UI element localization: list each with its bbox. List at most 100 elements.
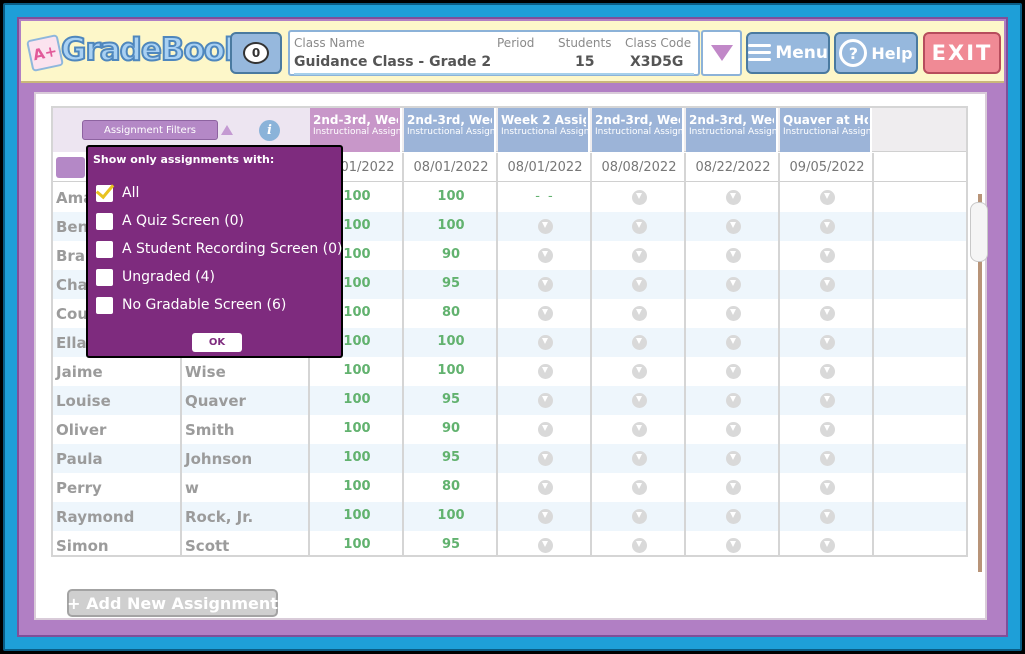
checkbox-icon[interactable] [96, 240, 113, 258]
ungraded-icon[interactable] [632, 190, 647, 205]
filter-option[interactable]: A Student Recording Screen (0) [96, 239, 342, 259]
class-dropdown-button[interactable] [701, 30, 742, 76]
assignment-column-header[interactable]: Week 2 AssigrInstructional Assignment [498, 108, 590, 152]
menu-button[interactable]: Menu [746, 32, 830, 74]
score-cell[interactable]: 100 [310, 537, 404, 552]
score-cell[interactable]: 100 [310, 421, 404, 436]
ungraded-icon[interactable] [726, 306, 741, 321]
ungraded-icon[interactable] [726, 480, 741, 495]
score-cell[interactable]: 100 [404, 508, 498, 523]
scrollbar-thumb[interactable] [970, 202, 988, 262]
score-cell[interactable]: 100 [310, 363, 404, 378]
ungraded-icon[interactable] [538, 422, 553, 437]
filter-option[interactable]: A Quiz Screen (0) [96, 211, 244, 231]
ungraded-icon[interactable] [632, 306, 647, 321]
no-score-dash[interactable]: - - [498, 189, 592, 204]
student-first-name[interactable]: Louise [56, 392, 111, 410]
ungraded-icon[interactable] [820, 335, 835, 350]
assignment-column-header[interactable]: 2nd-3rd, WeelInstructional Assignment [686, 108, 778, 152]
score-cell[interactable]: 100 [404, 218, 498, 233]
ungraded-icon[interactable] [726, 393, 741, 408]
student-last-name[interactable]: Rock, Jr. [185, 508, 253, 526]
score-cell[interactable]: 90 [404, 421, 498, 436]
student-first-name[interactable]: Simon [56, 537, 109, 555]
score-cell[interactable]: 100 [310, 450, 404, 465]
score-cell[interactable]: 100 [310, 479, 404, 494]
checkbox-icon[interactable] [96, 296, 113, 314]
ungraded-icon[interactable] [538, 335, 553, 350]
ungraded-icon[interactable] [538, 451, 553, 466]
ungraded-icon[interactable] [726, 538, 741, 553]
ungraded-icon[interactable] [632, 364, 647, 379]
messages-button[interactable]: 0 [230, 32, 282, 74]
ungraded-icon[interactable] [726, 364, 741, 379]
filter-option[interactable]: All [96, 183, 139, 203]
ungraded-icon[interactable] [726, 451, 741, 466]
ungraded-icon[interactable] [632, 422, 647, 437]
ungraded-icon[interactable] [538, 219, 553, 234]
student-last-name[interactable]: Scott [185, 537, 229, 555]
score-cell[interactable]: 80 [404, 305, 498, 320]
ungraded-icon[interactable] [538, 480, 553, 495]
score-cell[interactable]: 100 [310, 392, 404, 407]
ungraded-icon[interactable] [726, 335, 741, 350]
ungraded-icon[interactable] [538, 248, 553, 263]
ungraded-icon[interactable] [726, 509, 741, 524]
student-last-name[interactable]: Smith [185, 421, 234, 439]
add-new-assignment-button[interactable]: + Add New Assignment [67, 589, 278, 617]
score-cell[interactable]: 90 [404, 247, 498, 262]
info-icon[interactable]: i [259, 120, 280, 141]
student-first-name[interactable]: Jaime [56, 363, 103, 381]
ungraded-icon[interactable] [726, 248, 741, 263]
ungraded-icon[interactable] [820, 277, 835, 292]
ok-button[interactable]: OK [192, 333, 242, 352]
student-last-name[interactable]: Johnson [185, 450, 252, 468]
checkbox-icon[interactable] [96, 268, 113, 286]
score-cell[interactable]: 100 [404, 334, 498, 349]
ungraded-icon[interactable] [820, 190, 835, 205]
ungraded-icon[interactable] [538, 509, 553, 524]
student-first-name[interactable]: Oliver [56, 421, 106, 439]
checkbox-checked-icon[interactable] [96, 184, 113, 202]
ungraded-icon[interactable] [820, 422, 835, 437]
exit-button[interactable]: EXIT [923, 32, 1001, 74]
ungraded-icon[interactable] [538, 538, 553, 553]
ungraded-icon[interactable] [632, 219, 647, 234]
filter-option[interactable]: No Gradable Screen (6) [96, 295, 286, 315]
assignment-column-header[interactable]: Quaver at HorInstructional Assignment [780, 108, 872, 152]
score-cell[interactable]: 95 [404, 537, 498, 552]
ungraded-icon[interactable] [820, 248, 835, 263]
ungraded-icon[interactable] [632, 480, 647, 495]
ungraded-icon[interactable] [726, 422, 741, 437]
ungraded-icon[interactable] [538, 393, 553, 408]
ungraded-icon[interactable] [820, 364, 835, 379]
ungraded-icon[interactable] [632, 538, 647, 553]
score-cell[interactable]: 100 [404, 189, 498, 204]
filter-option[interactable]: Ungraded (4) [96, 267, 215, 287]
ungraded-icon[interactable] [820, 451, 835, 466]
student-last-name[interactable]: Wise [185, 363, 226, 381]
ungraded-icon[interactable] [820, 219, 835, 234]
ungraded-icon[interactable] [632, 509, 647, 524]
ungraded-icon[interactable] [820, 538, 835, 553]
sort-menu-button[interactable] [56, 157, 85, 178]
ungraded-icon[interactable] [538, 277, 553, 292]
assignment-filters-button[interactable]: Assignment Filters [82, 120, 218, 140]
ungraded-icon[interactable] [632, 451, 647, 466]
score-cell[interactable]: 100 [310, 508, 404, 523]
ungraded-icon[interactable] [726, 277, 741, 292]
ungraded-icon[interactable] [726, 190, 741, 205]
ungraded-icon[interactable] [538, 364, 553, 379]
ungraded-icon[interactable] [632, 335, 647, 350]
student-last-name[interactable]: w [185, 479, 199, 497]
checkbox-icon[interactable] [96, 212, 113, 230]
student-first-name[interactable]: Paula [56, 450, 103, 468]
score-cell[interactable]: 95 [404, 276, 498, 291]
student-first-name[interactable]: Perry [56, 479, 102, 497]
score-cell[interactable]: 95 [404, 450, 498, 465]
ungraded-icon[interactable] [820, 306, 835, 321]
ungraded-icon[interactable] [820, 509, 835, 524]
score-cell[interactable]: 100 [404, 363, 498, 378]
ungraded-icon[interactable] [726, 219, 741, 234]
assignment-column-header[interactable]: 2nd-3rd, WeelInstructional Assignment [404, 108, 496, 152]
